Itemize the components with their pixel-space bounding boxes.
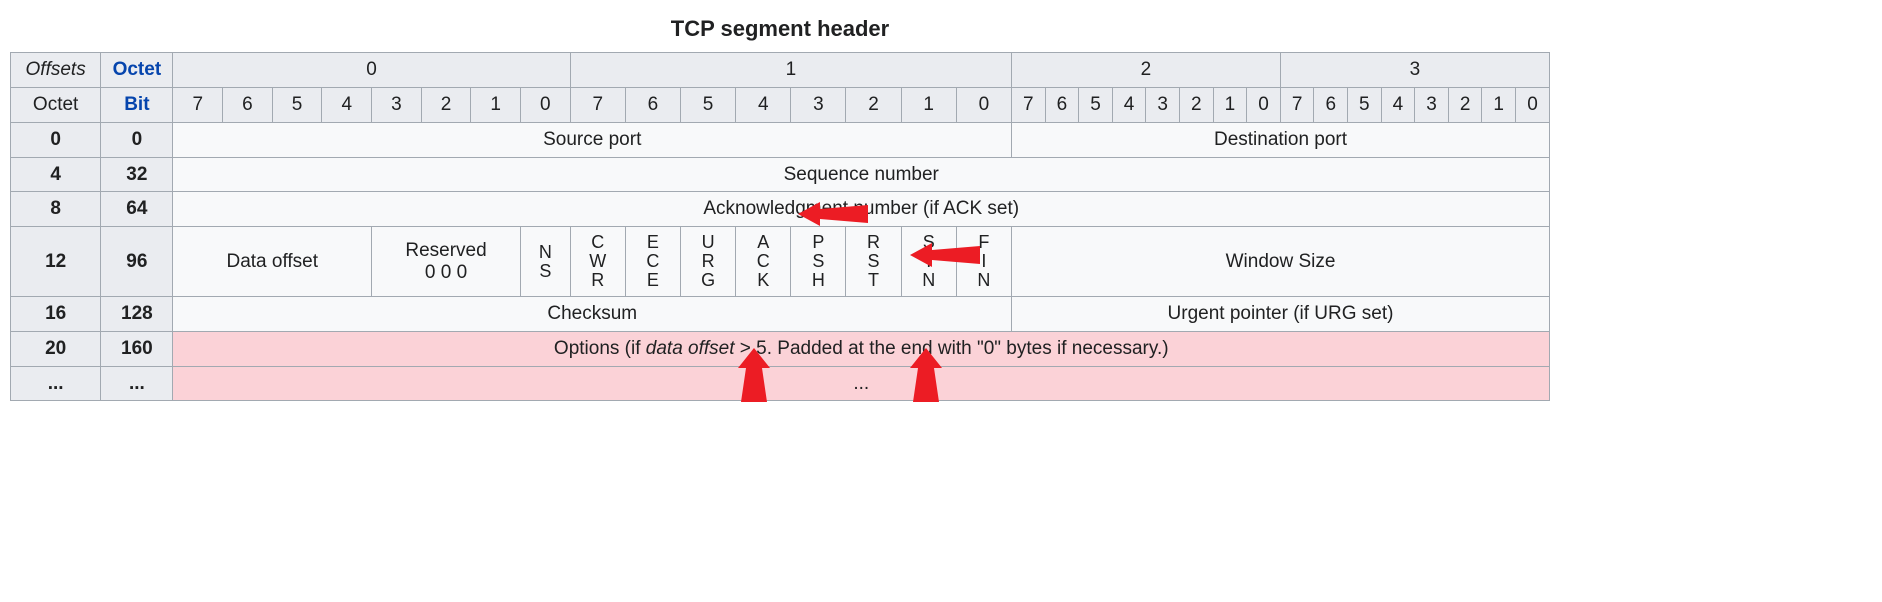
- flag-ece: ECE: [625, 227, 680, 297]
- row-16: 16 128 Checksum Urgent pointer (if URG s…: [11, 296, 1550, 331]
- octet-offset: 0: [11, 122, 101, 157]
- bit-col: 1: [1482, 87, 1516, 122]
- octet-offset: 12: [11, 227, 101, 297]
- field-source-port: Source port: [173, 122, 1012, 157]
- bit-col: 5: [1079, 87, 1113, 122]
- header-row-1: Offsets Octet 0 1 2 3: [11, 53, 1550, 88]
- bit-col: 0: [520, 87, 570, 122]
- bit-col: 2: [1179, 87, 1213, 122]
- row-dots: ... ... ...: [11, 366, 1550, 401]
- bit-col: 4: [736, 87, 791, 122]
- octet-offset: 20: [11, 331, 101, 366]
- bit-col: 5: [272, 87, 322, 122]
- reserved-label: Reserved: [374, 240, 518, 262]
- bit-offset: 128: [101, 296, 173, 331]
- bit-col: 7: [1280, 87, 1314, 122]
- bit-offset: 0: [101, 122, 173, 157]
- hdr-offsets: Offsets: [11, 53, 101, 88]
- field-urgent-pointer: Urgent pointer (if URG set): [1012, 296, 1550, 331]
- flag-rst: RST: [846, 227, 901, 297]
- bit-col: 3: [1146, 87, 1180, 122]
- flag-fin: FIN: [956, 227, 1011, 297]
- flag-psh: PSH: [791, 227, 846, 297]
- octet-offset: ...: [11, 366, 101, 401]
- bit-link[interactable]: Bit: [124, 94, 149, 115]
- hdr-octet: Octet: [11, 87, 101, 122]
- options-text-em: data offset: [646, 338, 735, 359]
- field-destination-port: Destination port: [1012, 122, 1550, 157]
- header-row-2: Octet Bit 7 6 5 4 3 2 1 0 7 6 5 4 3 2 1 …: [11, 87, 1550, 122]
- bit-offset: 160: [101, 331, 173, 366]
- bit-col: 6: [1314, 87, 1348, 122]
- octet-offset: 4: [11, 157, 101, 192]
- bit-col: 7: [173, 87, 223, 122]
- bit-col: 3: [1415, 87, 1449, 122]
- bit-col: 2: [1448, 87, 1482, 122]
- bit-col: 0: [956, 87, 1011, 122]
- bit-col: 0: [1516, 87, 1550, 122]
- bit-col: 3: [372, 87, 422, 122]
- tcp-header-table: TCP segment header Offsets Octet 0 1 2 3…: [10, 10, 1550, 401]
- reserved-bits: 0 0 0: [374, 262, 518, 284]
- flag-cwr: CWR: [570, 227, 625, 297]
- bit-col: 2: [846, 87, 901, 122]
- hdr-octet-2: 2: [1012, 53, 1281, 88]
- bit-col: 7: [570, 87, 625, 122]
- hdr-bit-link: Bit: [101, 87, 173, 122]
- field-options: Options (if data offset > 5. Padded at t…: [173, 331, 1550, 366]
- flag-ack: ACK: [736, 227, 791, 297]
- bit-col: 2: [421, 87, 471, 122]
- hdr-octet-0: 0: [173, 53, 570, 88]
- bit-offset: ...: [101, 366, 173, 401]
- field-ack-number: Acknowledgment number (if ACK set): [173, 192, 1550, 227]
- row-12: 12 96 Data offset Reserved 0 0 0 NS CWR …: [11, 227, 1550, 297]
- row-8: 8 64 Acknowledgment number (if ACK set): [11, 192, 1550, 227]
- bit-col: 4: [1381, 87, 1415, 122]
- bit-offset: 64: [101, 192, 173, 227]
- field-options-cont: ...: [173, 366, 1550, 401]
- bit-col: 7: [1012, 87, 1046, 122]
- bit-col: 4: [1112, 87, 1146, 122]
- flag-syn: SYN: [901, 227, 956, 297]
- bit-col: 4: [322, 87, 372, 122]
- row-20: 20 160 Options (if data offset > 5. Padd…: [11, 331, 1550, 366]
- hdr-octet-1: 1: [570, 53, 1011, 88]
- bit-col: 1: [471, 87, 521, 122]
- bit-col: 0: [1247, 87, 1281, 122]
- table-caption: TCP segment header: [10, 10, 1550, 52]
- octet-offset: 8: [11, 192, 101, 227]
- bit-col: 1: [1213, 87, 1247, 122]
- row-0: 0 0 Source port Destination port: [11, 122, 1550, 157]
- bit-col: 3: [791, 87, 846, 122]
- hdr-octet-3: 3: [1280, 53, 1549, 88]
- bit-col: 6: [1045, 87, 1079, 122]
- octet-link[interactable]: Octet: [113, 59, 162, 80]
- hdr-octet-link: Octet: [101, 53, 173, 88]
- field-window-size: Window Size: [1012, 227, 1550, 297]
- bit-col: 6: [625, 87, 680, 122]
- options-text-post: > 5. Padded at the end with "0" bytes if…: [735, 338, 1169, 359]
- bit-col: 5: [681, 87, 736, 122]
- field-checksum: Checksum: [173, 296, 1012, 331]
- field-data-offset: Data offset: [173, 227, 372, 297]
- row-4: 4 32 Sequence number: [11, 157, 1550, 192]
- flag-ns: NS: [520, 227, 570, 297]
- bit-col: 5: [1348, 87, 1382, 122]
- bit-offset: 96: [101, 227, 173, 297]
- tcp-header-diagram: TCP segment header Offsets Octet 0 1 2 3…: [10, 10, 1550, 401]
- field-reserved: Reserved 0 0 0: [372, 227, 521, 297]
- options-text-pre: Options (if: [554, 338, 646, 359]
- field-sequence-number: Sequence number: [173, 157, 1550, 192]
- bit-col: 1: [901, 87, 956, 122]
- bit-col: 6: [223, 87, 273, 122]
- bit-offset: 32: [101, 157, 173, 192]
- flag-urg: URG: [681, 227, 736, 297]
- octet-offset: 16: [11, 296, 101, 331]
